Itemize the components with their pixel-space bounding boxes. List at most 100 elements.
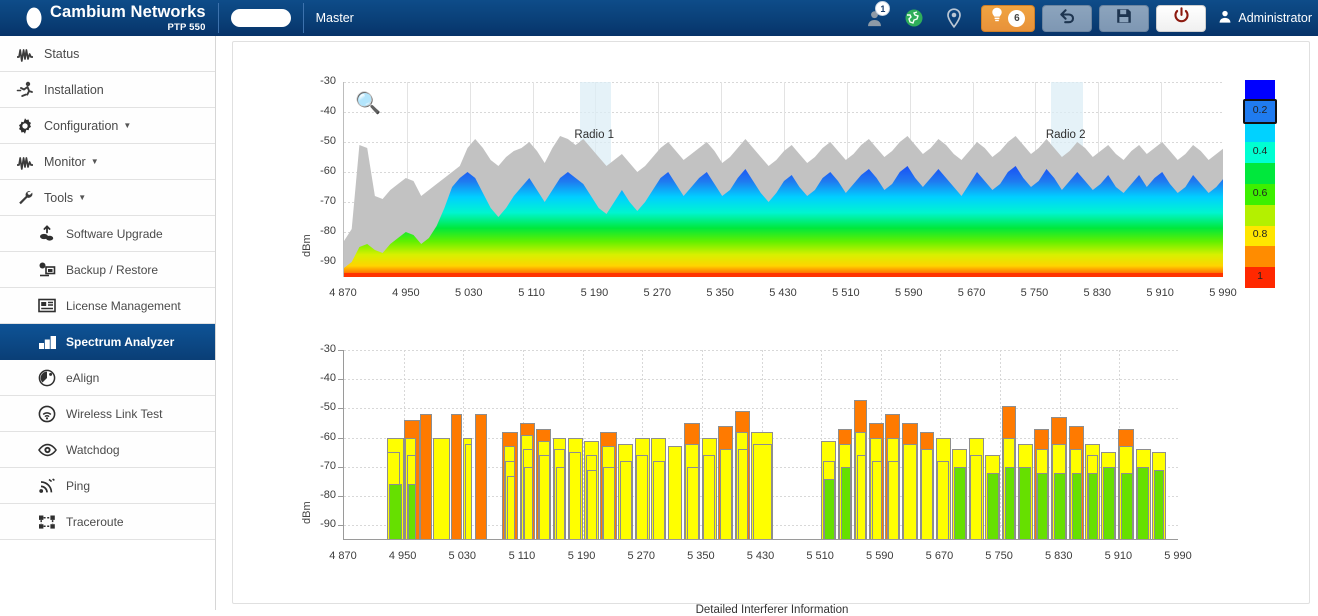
interferer-bar[interactable] — [687, 467, 699, 540]
interferer-bar[interactable] — [720, 449, 732, 540]
interferer-bar[interactable] — [539, 455, 549, 540]
interferer-bar[interactable] — [872, 461, 882, 540]
sidebar-item-traceroute[interactable]: Traceroute — [0, 504, 215, 540]
interferer-bar[interactable] — [1154, 470, 1164, 540]
interferer-bar[interactable] — [921, 449, 933, 540]
license-card-icon — [36, 296, 58, 316]
interferer-bar[interactable] — [703, 455, 715, 540]
sidebar-item-ping[interactable]: Ping — [0, 468, 215, 504]
interferer-x-tick: 5 270 — [618, 550, 664, 562]
interferer-bar[interactable] — [824, 479, 834, 540]
sidebar-item-label: eAlign — [66, 371, 99, 385]
spectrum-x-tick: 5 910 — [1137, 287, 1183, 299]
interferer-bar[interactable] — [636, 455, 648, 540]
sidebar-item-monitor[interactable]: Monitor▼ — [0, 144, 215, 180]
interferer-bar[interactable] — [451, 414, 461, 540]
sidebar-item-configuration[interactable]: Configuration ▼ — [0, 108, 215, 144]
interferer-bar[interactable] — [587, 470, 597, 540]
interferer-bar[interactable] — [603, 467, 615, 540]
interferer-bar[interactable] — [556, 467, 565, 540]
sidebar-item-status[interactable]: Status — [0, 36, 215, 72]
interferer-bar[interactable] — [1088, 473, 1098, 540]
sidebar-item-spectrum-analyzer[interactable]: Spectrum Analyzer — [0, 324, 215, 360]
sidebar-item-software-upgrade[interactable]: Software Upgrade — [0, 216, 215, 252]
interferer-bar[interactable] — [1019, 467, 1031, 540]
cutoff-label-1: disabled — [698, 36, 741, 39]
interferer-bar[interactable] — [408, 484, 415, 540]
spectrum-y-axis-label: dBm — [301, 234, 313, 257]
interferer-bar[interactable] — [389, 484, 402, 540]
sidebar-item-label: Status — [44, 47, 79, 61]
chevron-down-icon: ▼ — [123, 121, 131, 130]
upload-arrow-icon — [36, 224, 58, 244]
interferer-bar[interactable] — [857, 455, 866, 540]
sidebar-item-label: Wireless Link Test — [66, 407, 162, 421]
sidebar-item-watchdog[interactable]: Watchdog — [0, 432, 215, 468]
user-alert-icon[interactable]: 1 — [854, 0, 894, 36]
admin-user-block[interactable]: Administrator — [1218, 9, 1312, 27]
colorbar-band[interactable] — [1245, 246, 1275, 267]
density-colorbar-legend[interactable]: 0.20.40.60.81 — [1245, 80, 1275, 288]
spectrum-y-tick: -80 — [306, 225, 336, 237]
spectrum-y-tick: -70 — [306, 195, 336, 207]
device-name-field[interactable] — [231, 9, 291, 27]
colorbar-tick-label: 0.6 — [1245, 188, 1275, 198]
interferer-bar[interactable] — [987, 473, 999, 540]
interferer-bar[interactable] — [524, 467, 533, 540]
interferer-bar[interactable] — [841, 467, 851, 540]
interferer-bar[interactable] — [653, 461, 665, 540]
magnifier-icon[interactable]: 🔍 — [355, 92, 381, 116]
interferer-bar[interactable] — [903, 444, 916, 540]
interferer-bar[interactable] — [1005, 467, 1015, 540]
sidebar-item-license-management[interactable]: License Management — [0, 288, 215, 324]
save-button[interactable] — [1099, 5, 1149, 32]
colorbar-tick-label: 1 — [1245, 271, 1275, 281]
power-button[interactable] — [1156, 5, 1206, 32]
interferer-bar[interactable] — [1072, 473, 1082, 540]
interferer-bar[interactable] — [433, 438, 449, 540]
interferer-bar[interactable] — [753, 444, 772, 540]
interferer-bar[interactable] — [937, 461, 949, 540]
colorbar-band[interactable] — [1245, 80, 1275, 101]
traceroute-icon — [36, 512, 58, 532]
sidebar-item-ealign[interactable]: eAlign — [0, 360, 215, 396]
antenna-dish-icon — [36, 368, 58, 388]
colorbar-band[interactable] — [1245, 122, 1275, 143]
sidebar-item-label: Configuration — [44, 119, 118, 133]
interferer-x-tick: 5 590 — [857, 550, 903, 562]
interferer-bar[interactable] — [970, 455, 982, 540]
sidebar-item-installation[interactable]: Installation — [0, 72, 215, 108]
interferer-bar[interactable] — [954, 467, 966, 540]
interferer-bar[interactable] — [475, 414, 487, 540]
interferer-bar[interactable] — [569, 452, 581, 540]
interferer-x-tick: 5 830 — [1036, 550, 1082, 562]
alerts-button[interactable]: 6 — [981, 5, 1035, 32]
undo-button[interactable] — [1042, 5, 1092, 32]
interferer-bar[interactable] — [507, 476, 516, 540]
interferer-bar[interactable] — [1037, 473, 1047, 540]
sidebar-item-tools[interactable]: Tools▼ — [0, 180, 215, 216]
runner-icon — [14, 80, 36, 100]
interferer-bar[interactable] — [620, 461, 632, 540]
main-sidebar: Status Installation Configuration ▼ Monitor▼… — [0, 36, 216, 610]
colorbar-band[interactable] — [1245, 163, 1275, 184]
colorbar-band[interactable] — [1245, 205, 1275, 226]
interferer-bar[interactable] — [1121, 473, 1133, 540]
interferer-bar[interactable] — [888, 461, 898, 540]
globe-icon[interactable] — [894, 0, 934, 36]
interferer-bar[interactable] — [1054, 473, 1066, 540]
sidebar-item-backup-restore[interactable]: Backup / Restore — [0, 252, 215, 288]
interferer-bar[interactable] — [420, 414, 432, 540]
sidebar-item-label: Ping — [66, 479, 90, 493]
spectrum-plot-area[interactable] — [343, 82, 1223, 277]
spectrum-density-chart: dBm 🔍 0.20.40.60.81 -30-40-50-60-70-80-9… — [233, 42, 1311, 312]
interferer-bar[interactable] — [1103, 467, 1115, 540]
sidebar-item-wireless-link-test[interactable]: Wireless Link Test — [0, 396, 215, 432]
interferer-plot-area[interactable] — [343, 350, 1178, 540]
interferer-bar[interactable] — [1137, 467, 1149, 540]
sidebar-item-label: Traceroute — [66, 515, 124, 529]
interferer-bar[interactable] — [668, 446, 683, 540]
interferer-bar[interactable] — [738, 449, 748, 540]
interferer-bar[interactable] — [465, 444, 472, 540]
location-pin-icon[interactable] — [934, 0, 974, 36]
